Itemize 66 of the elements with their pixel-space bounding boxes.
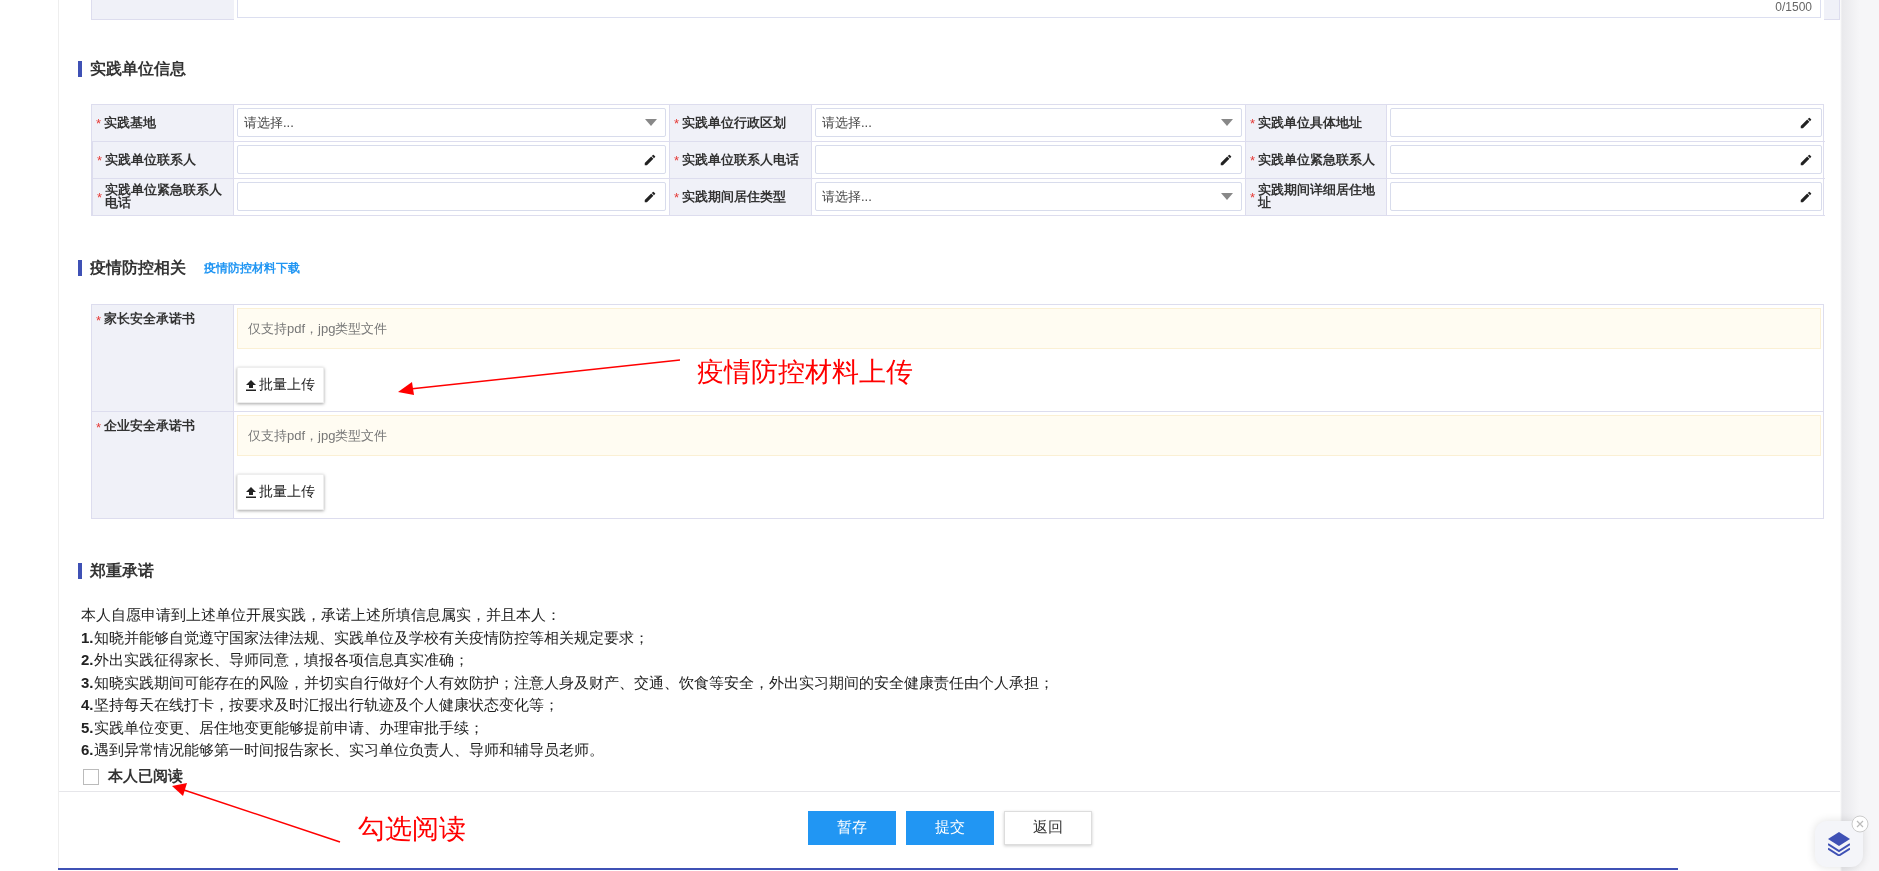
field-label: 实践期间居住类型 — [682, 190, 787, 204]
input-field[interactable] — [237, 145, 666, 174]
pencil-icon — [1799, 189, 1813, 204]
back-button[interactable]: 返回 — [1003, 810, 1092, 845]
floating-button[interactable] — [1815, 821, 1863, 867]
required-mark: * — [97, 152, 103, 168]
field-label: 实践单位联系人 — [105, 153, 197, 167]
pledge-text: 4.坚持每天在线打卡，按要求及时汇报出行轨迹及个人健康状态变化等； — [81, 695, 560, 715]
char-counter: 0/1500 — [1774, 0, 1812, 14]
textarea-field[interactable]: 0/1500 — [237, 0, 1821, 18]
caret-icon — [1221, 119, 1233, 126]
upload-button[interactable]: 批量上传 — [237, 474, 324, 510]
required-mark: * — [674, 152, 680, 168]
upload-button[interactable]: 批量上传 — [237, 367, 324, 403]
required-mark: * — [1250, 189, 1256, 205]
pledge-text: 3.知晓实践期间可能存在的风险，并切实自行做好个人有效防护；注意人身及财产、交通、饮食等安全，外出实习期间的安全健康责任由个人承担； — [81, 672, 1055, 693]
checkbox-label: 本人已阅读 — [108, 767, 183, 786]
field-label: 实践单位行政区划 — [682, 116, 787, 130]
input-field[interactable] — [1390, 182, 1822, 211]
annotation-text: 勾选阅读 — [358, 813, 466, 846]
checkbox[interactable] — [83, 768, 99, 785]
input-field[interactable] — [1390, 108, 1822, 137]
layers-icon — [1828, 832, 1850, 856]
select-field[interactable]: 请选择... — [815, 108, 1242, 137]
pencil-icon — [1219, 152, 1233, 167]
required-mark: * — [674, 189, 680, 205]
pledge-text: 本人自愿申请到上述单位开展实践，承诺上述所填信息属实，并且本人： — [81, 605, 562, 625]
caret-icon — [1221, 193, 1233, 200]
pencil-icon — [1799, 152, 1813, 167]
caret-icon — [645, 119, 657, 126]
annotation-text: 疫情防控材料上传 — [697, 356, 913, 389]
file-drop-zone[interactable]: 仅支持pdf，jpg类型文件 — [237, 415, 1821, 456]
upload-icon — [246, 486, 256, 498]
field-label: 实践单位具体地址 — [1258, 116, 1363, 130]
pencil-icon — [643, 152, 657, 167]
input-field[interactable] — [815, 145, 1242, 174]
select-field[interactable]: 请选择... — [237, 108, 666, 137]
field-label: 实践期间详细居住地址 — [1258, 184, 1377, 210]
pledge-text: 2.外出实践征得家长、导师同意，填报各项信息真实准确； — [81, 650, 470, 670]
input-field[interactable] — [237, 182, 666, 211]
required-mark: * — [96, 313, 102, 328]
field-label: 实践基地 — [104, 116, 157, 130]
section-title: 郑重承诺 — [90, 560, 154, 581]
pledge-text: 5.实践单位变更、居住地变更能够提前申请、办理审批手续； — [81, 717, 485, 738]
required-mark: * — [674, 115, 680, 131]
close-icon[interactable] — [1851, 815, 1869, 833]
required-mark: * — [96, 420, 102, 435]
required-mark: * — [1250, 152, 1256, 168]
file-drop-zone[interactable]: 仅支持pdf，jpg类型文件 — [237, 308, 1821, 349]
pledge-text: 6.遇到异常情况能够第一时间报告家长、实习单位负责人、导师和辅导员老师。 — [81, 740, 605, 760]
field-label: 实践单位联系人电话 — [682, 153, 800, 167]
input-field[interactable] — [1390, 145, 1822, 174]
required-mark: * — [96, 115, 102, 131]
pledge-text: 1.知晓并能够自觉遵守国家法律法规、实践单位及学校有关疫情防控等相关规定要求； — [81, 627, 650, 648]
pencil-icon — [1799, 115, 1813, 130]
section-title: 疫情防控相关 — [90, 257, 186, 278]
required-mark: * — [1250, 115, 1256, 131]
pencil-icon — [643, 189, 657, 204]
field-label: 家长安全承诺书 — [104, 313, 196, 326]
section-title: 实践单位信息 — [90, 58, 186, 79]
field-label: 企业安全承诺书 — [104, 420, 196, 433]
field-label: 实践单位紧急联系人电话 — [105, 184, 224, 210]
select-field[interactable]: 请选择... — [815, 182, 1242, 211]
field-label: 实践单位紧急联系人 — [1258, 153, 1376, 167]
upload-icon — [246, 379, 256, 391]
required-mark: * — [97, 189, 103, 205]
